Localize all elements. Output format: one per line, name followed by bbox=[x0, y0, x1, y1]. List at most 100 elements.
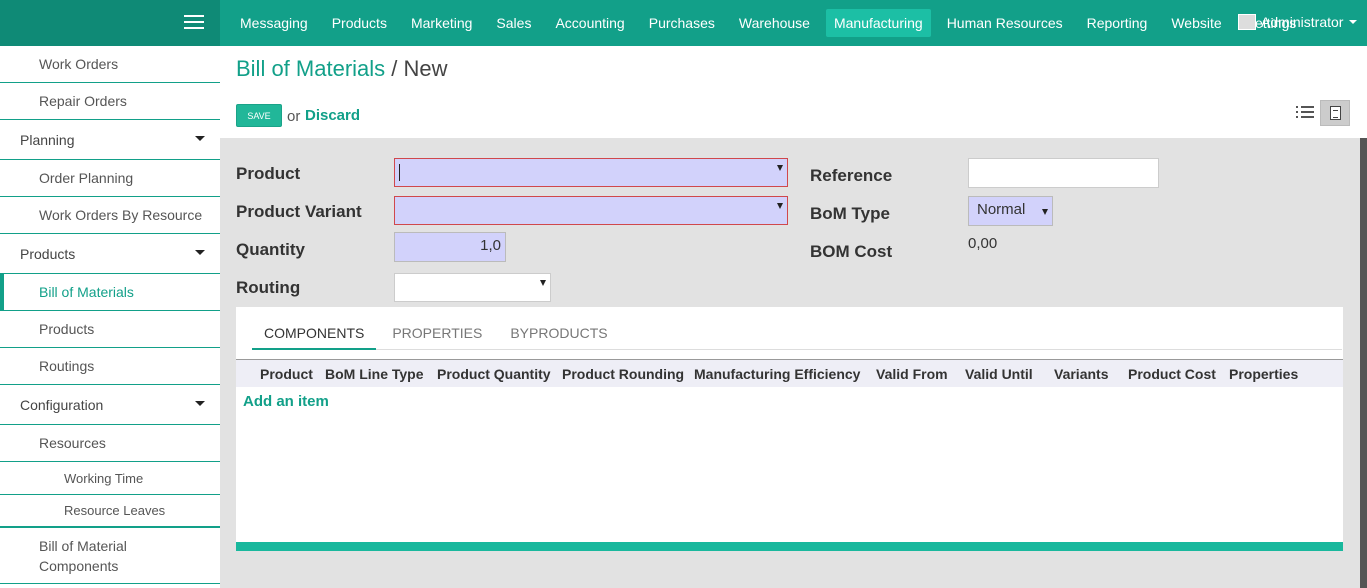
menu-item-manufacturing[interactable]: Manufacturing bbox=[825, 9, 931, 37]
menu-item-marketing[interactable]: Marketing bbox=[403, 9, 480, 37]
control-panel: Bill of Materials / New SAVE or Discard bbox=[220, 46, 1367, 138]
main-menu: Messaging Products Marketing Sales Accou… bbox=[232, 0, 1312, 46]
menu-item-warehouse[interactable]: Warehouse bbox=[731, 9, 818, 37]
tab-components[interactable]: COMPONENTS bbox=[252, 317, 377, 350]
list-view-icon[interactable] bbox=[1296, 106, 1314, 122]
menu-item-accounting[interactable]: Accounting bbox=[547, 9, 632, 37]
quantity-field[interactable]: 1,0 bbox=[394, 232, 506, 262]
sidebar-item-label: Working Time bbox=[64, 470, 144, 486]
sidebar-section-label: Planning bbox=[20, 131, 75, 148]
column-header-product-cost[interactable]: Product Cost bbox=[1128, 366, 1216, 382]
brand-area bbox=[0, 0, 220, 46]
sidebar-item-routings[interactable]: Routings bbox=[0, 348, 220, 385]
routing-field[interactable] bbox=[394, 273, 551, 302]
scrollbar[interactable] bbox=[1360, 138, 1367, 588]
column-header-properties[interactable]: Properties bbox=[1229, 366, 1298, 382]
tab-properties[interactable]: PROPERTIES bbox=[380, 317, 494, 350]
user-menu[interactable]: Administrator bbox=[1238, 14, 1358, 30]
column-header-product-quantity[interactable]: Product Quantity bbox=[437, 366, 551, 382]
sidebar-item-bom-components[interactable]: Bill of Material Components bbox=[0, 528, 220, 584]
sidebar-item-label: Products bbox=[39, 321, 95, 337]
menu-item-sales[interactable]: Sales bbox=[488, 9, 539, 37]
reference-field[interactable] bbox=[968, 158, 1159, 188]
dropdown-caret-icon[interactable] bbox=[540, 280, 546, 286]
sidebar-item-repair-orders[interactable]: Repair Orders bbox=[0, 83, 220, 120]
sidebar-item-products[interactable]: Products bbox=[0, 311, 220, 348]
menu-item-purchases[interactable]: Purchases bbox=[641, 9, 723, 37]
sidebar-item-label: Repair Orders bbox=[39, 93, 127, 109]
sidebar-item-order-planning[interactable]: Order Planning bbox=[0, 160, 220, 197]
chevron-down-icon bbox=[1349, 20, 1358, 24]
sidebar-section-label: Configuration bbox=[20, 396, 104, 413]
column-header-product[interactable]: Product bbox=[260, 366, 313, 382]
column-header-bom-line-type[interactable]: BoM Line Type bbox=[325, 366, 424, 382]
sidebar-item-label: Work Orders bbox=[39, 56, 119, 72]
product-variant-label: Product Variant bbox=[236, 202, 362, 221]
menu-item-products[interactable]: Products bbox=[324, 9, 395, 37]
sidebar: Work Orders Repair Orders Planning Order… bbox=[0, 46, 220, 588]
sidebar-item-label: Routings bbox=[39, 358, 95, 374]
reference-label: Reference bbox=[810, 166, 893, 185]
sidebar-item-label: Resource Leaves bbox=[64, 503, 166, 518]
sidebar-item-resource-leaves[interactable]: Resource Leaves bbox=[0, 495, 220, 528]
sidebar-item-work-orders-by-resource[interactable]: Work Orders By Resource bbox=[0, 197, 220, 234]
bom-cost-value: 0,00 bbox=[968, 235, 998, 252]
tab-byproducts[interactable]: BYPRODUCTS bbox=[498, 317, 619, 350]
sidebar-section-configuration[interactable]: Configuration bbox=[0, 385, 220, 425]
user-name: Administrator bbox=[1261, 14, 1344, 30]
quantity-label: Quantity bbox=[236, 240, 305, 259]
avatar bbox=[1238, 14, 1256, 30]
menu-item-human-resources[interactable]: Human Resources bbox=[939, 9, 1071, 37]
top-navbar: Messaging Products Marketing Sales Accou… bbox=[0, 0, 1367, 46]
bom-type-label: BoM Type bbox=[810, 204, 890, 223]
quantity-value: 1,0 bbox=[480, 237, 501, 254]
bom-type-select[interactable]: Normal bbox=[968, 196, 1053, 226]
breadcrumb-current: New bbox=[403, 56, 448, 81]
sidebar-item-work-orders[interactable]: Work Orders bbox=[0, 46, 220, 83]
save-button[interactable]: SAVE bbox=[236, 104, 282, 127]
dropdown-caret-icon[interactable] bbox=[777, 165, 783, 171]
sidebar-item-label: Bill of Materials bbox=[39, 284, 134, 300]
bom-type-value: Normal bbox=[977, 201, 1026, 218]
or-text: or bbox=[287, 108, 301, 125]
sidebar-item-label: Bill of Material Components bbox=[39, 537, 127, 574]
bom-cost-label: BOM Cost bbox=[810, 242, 893, 261]
sidebar-item-label: Work Orders By Resource bbox=[39, 207, 203, 223]
sidebar-item-resources[interactable]: Resources bbox=[0, 425, 220, 462]
notebook: COMPONENTS PROPERTIES BYPRODUCTS Product… bbox=[236, 307, 1343, 551]
text-cursor bbox=[399, 164, 400, 181]
routing-label: Routing bbox=[236, 278, 301, 297]
sidebar-item-bill-of-materials[interactable]: Bill of Materials bbox=[0, 274, 220, 311]
breadcrumb: Bill of Materials / New bbox=[236, 56, 448, 82]
column-header-product-rounding[interactable]: Product Rounding bbox=[562, 366, 684, 382]
column-header-variants[interactable]: Variants bbox=[1054, 366, 1108, 382]
column-header-valid-until[interactable]: Valid Until bbox=[965, 366, 1033, 382]
sidebar-section-products[interactable]: Products bbox=[0, 234, 220, 274]
notebook-tabs: COMPONENTS PROPERTIES BYPRODUCTS bbox=[252, 317, 1342, 350]
column-header-manufacturing-efficiency[interactable]: Manufacturing Efficiency bbox=[694, 366, 860, 382]
product-field[interactable] bbox=[394, 158, 788, 187]
menu-item-website[interactable]: Website bbox=[1163, 9, 1229, 37]
sidebar-section-planning[interactable]: Planning bbox=[0, 120, 220, 160]
menu-item-reporting[interactable]: Reporting bbox=[1079, 9, 1156, 37]
breadcrumb-link-bill-of-materials[interactable]: Bill of Materials bbox=[236, 56, 385, 81]
components-table-header: Product BoM Line Type Product Quantity P… bbox=[236, 359, 1343, 387]
caret-down-icon bbox=[195, 250, 205, 255]
dropdown-caret-icon[interactable] bbox=[777, 203, 783, 209]
column-header-valid-from[interactable]: Valid From bbox=[876, 366, 948, 382]
breadcrumb-separator: / bbox=[391, 56, 398, 81]
product-label: Product bbox=[236, 164, 301, 183]
sidebar-section-label: Products bbox=[20, 245, 76, 262]
menu-item-messaging[interactable]: Messaging bbox=[232, 9, 316, 37]
product-variant-field[interactable] bbox=[394, 196, 788, 225]
hamburger-menu-icon[interactable] bbox=[184, 15, 204, 31]
dropdown-caret-icon[interactable] bbox=[1042, 209, 1048, 215]
sidebar-item-working-time[interactable]: Working Time bbox=[0, 462, 220, 495]
caret-down-icon bbox=[195, 136, 205, 141]
add-item-link[interactable]: Add an item bbox=[243, 393, 329, 410]
form-view-icon[interactable] bbox=[1320, 100, 1350, 126]
discard-button[interactable]: Discard bbox=[305, 107, 360, 124]
sidebar-item-label: Order Planning bbox=[39, 170, 134, 186]
caret-down-icon bbox=[195, 401, 205, 406]
sidebar-item-label: Resources bbox=[39, 435, 106, 451]
